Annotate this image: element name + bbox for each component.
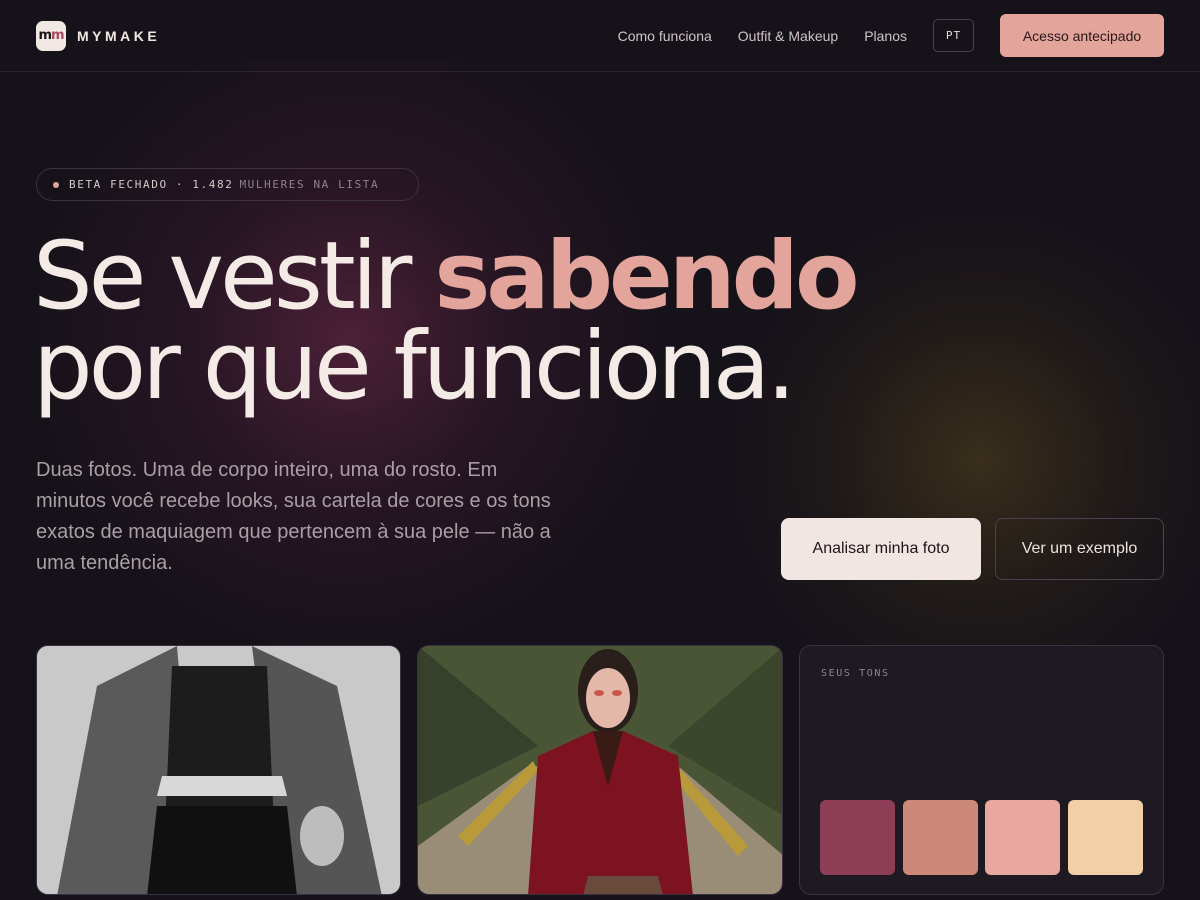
- tone-swatch-1[interactable]: [820, 800, 895, 875]
- badge-label-text: MULHERES NA LISTA: [239, 178, 380, 191]
- logo-icon[interactable]: mm: [36, 20, 66, 51]
- face-photo: [418, 646, 782, 894]
- tone-swatch-2[interactable]: [903, 800, 978, 875]
- nav-links: Como funciona Outfit & Makeup Planos PT …: [618, 14, 1164, 57]
- tone-swatch-3[interactable]: [985, 800, 1060, 875]
- nav-link-outfit-makeup[interactable]: Outfit & Makeup: [738, 28, 838, 44]
- early-access-button[interactable]: Acesso antecipado: [1000, 14, 1164, 57]
- badge-count-text: BETA FECHADO · 1.482: [69, 178, 234, 191]
- nav-link-planos[interactable]: Planos: [864, 28, 907, 44]
- full-body-photo: [37, 646, 400, 894]
- brand-name[interactable]: MYMAKE: [77, 28, 160, 44]
- hero-subtitle: Duas fotos. Uma de corpo inteiro, uma do…: [36, 459, 551, 574]
- status-dot-icon: [53, 181, 59, 188]
- top-navigation: mm MYMAKE Como funciona Outfit & Makeup …: [0, 0, 1200, 72]
- beta-status-badge: BETA FECHADO · 1.482 MULHERES NA LISTA: [36, 168, 419, 201]
- tone-swatch-4[interactable]: [1068, 800, 1143, 875]
- nav-link-como-funciona[interactable]: Como funciona: [618, 28, 712, 44]
- analyze-photo-button[interactable]: Analisar minha foto: [781, 518, 981, 580]
- view-example-button[interactable]: Ver um exemplo: [995, 518, 1164, 580]
- hero-headline: Se vestir sabendo por que funciona.: [33, 230, 860, 414]
- photo-card-face: [417, 645, 783, 895]
- photo-card-full-body: [36, 645, 401, 895]
- tones-card-label: SEUS TONS: [821, 668, 890, 679]
- headline-line2: por que funciona.: [33, 312, 796, 421]
- tones-card: SEUS TONS: [799, 645, 1164, 895]
- language-selector[interactable]: PT: [933, 19, 974, 52]
